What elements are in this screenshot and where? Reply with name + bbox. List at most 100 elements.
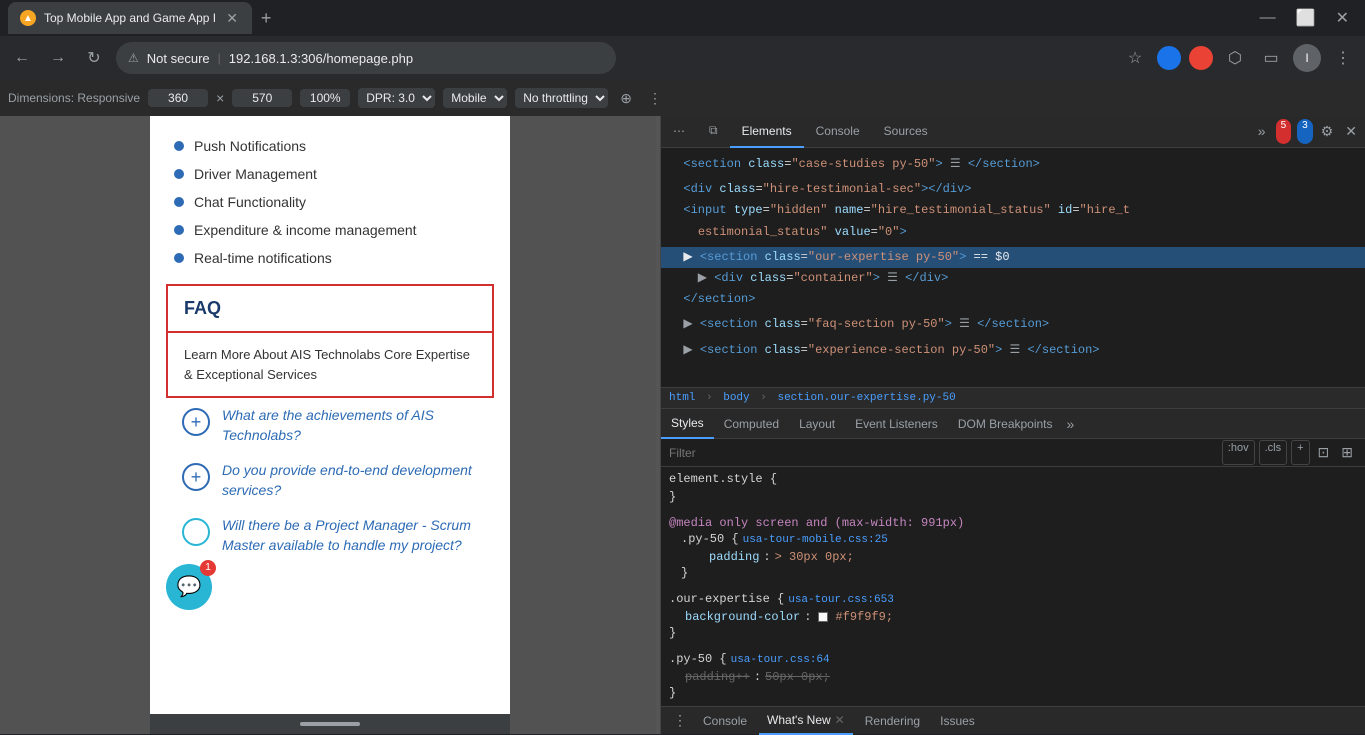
bottom-tab-rendering[interactable]: Rendering [857, 707, 928, 735]
dom-line[interactable]: <div class="hire-testimonial-sec"></div> [661, 179, 1365, 200]
breadcrumb-section[interactable]: section.our-expertise.py-50 [777, 392, 955, 404]
extension-1-icon[interactable] [1157, 46, 1181, 70]
breadcrumb-body[interactable]: body [723, 392, 749, 404]
style-tab-styles[interactable]: Styles [661, 409, 714, 439]
css-value: > 30px 0px; [775, 550, 854, 564]
bottom-tab-whats-new-close[interactable]: ✕ [835, 713, 845, 727]
tab-area: ▲ Top Mobile App and Game App I ✕ + [8, 2, 1252, 34]
page-content: Push Notifications Driver Management Cha… [150, 116, 510, 580]
style-tabs-more[interactable]: » [1063, 416, 1079, 432]
viewport-resize-handle[interactable] [656, 116, 660, 734]
extension-2-icon[interactable] [1189, 46, 1213, 70]
address-field[interactable]: ⚠ Not secure | 192.168.1.3:306/homepage.… [116, 42, 616, 74]
dom-line[interactable]: <section class="case-studies py-50"> ☰ <… [661, 154, 1365, 175]
dom-line-selected[interactable]: ▶ <section class="our-expertise py-50"> … [661, 247, 1365, 268]
media-query: @media only screen and (max-width: 991px… [669, 516, 964, 530]
faq-item-3[interactable]: Will there be a Project Manager - Scrum … [182, 516, 478, 555]
devtools-more-icon[interactable]: ⋮ [644, 88, 666, 109]
faq-items: + What are the achievements of AIS Techn… [166, 398, 494, 564]
dom-line[interactable]: <input type="hidden" name="hire_testimon… [661, 200, 1365, 221]
faq-question-2: Do you provide end-to-end development se… [222, 461, 478, 500]
title-bar: ▲ Top Mobile App and Game App I ✕ + — ⬜ … [0, 0, 1365, 36]
chat-widget[interactable]: 💬 1 [166, 564, 212, 610]
style-tab-layout[interactable]: Layout [789, 409, 845, 439]
devtools-tab-dock[interactable]: ⧉ [697, 116, 730, 148]
devtools-settings-icon[interactable]: ⚙ [1317, 119, 1338, 144]
puzzle-icon[interactable]: ⬡ [1221, 44, 1249, 72]
css-value: #f9f9f9; [835, 610, 893, 624]
devtools-tab-sources[interactable]: Sources [872, 116, 940, 148]
tab-close-button[interactable]: ✕ [224, 10, 240, 26]
dom-line[interactable]: ▶ <div class="container"> ☰ </div> [661, 268, 1365, 289]
css-prop: background-color [669, 610, 800, 624]
new-style-rule-icon[interactable]: ⊞ [1337, 440, 1357, 465]
throttle-select[interactable]: No throttling [515, 88, 608, 108]
feature-text: Driver Management [194, 166, 317, 182]
maximize-button[interactable]: ⬜ [1288, 4, 1324, 32]
dom-line: estimonial_status" value="0"> [661, 222, 1365, 243]
minimize-button[interactable]: — [1252, 5, 1284, 31]
active-tab[interactable]: ▲ Top Mobile App and Game App I ✕ [8, 2, 252, 34]
add-css-rule-button[interactable]: + [1291, 440, 1309, 465]
dom-line: </section> [661, 289, 1365, 310]
faq-expand-icon-3[interactable] [182, 518, 210, 546]
menu-icon[interactable]: ⋮ [1329, 44, 1357, 72]
url-text: Not secure [147, 51, 210, 66]
list-item: Real-time notifications [174, 244, 486, 272]
style-tab-event-listeners[interactable]: Event Listeners [845, 409, 948, 439]
css-filter-input[interactable] [669, 446, 1214, 460]
faq-item-1[interactable]: + What are the achievements of AIS Techn… [182, 406, 478, 445]
devtools-tab-elements[interactable]: Elements [730, 116, 804, 148]
faq-expand-icon-1[interactable]: + [182, 408, 210, 436]
bottom-tab-issues[interactable]: Issues [932, 707, 983, 735]
bullet-dot [174, 169, 184, 179]
reload-button[interactable]: ↻ [80, 44, 108, 72]
devtools-right-icons: » 5 3 ⚙ ✕ [1254, 119, 1365, 144]
close-window-button[interactable]: ✕ [1328, 4, 1357, 32]
viewport-inner: Push Notifications Driver Management Cha… [150, 116, 510, 734]
feature-list: Push Notifications Driver Management Cha… [166, 132, 494, 272]
dom-line[interactable]: ▶ <section class="faq-section py-50"> ☰ … [661, 314, 1365, 335]
new-tab-button[interactable]: + [252, 4, 280, 32]
filter-bar: :hov .cls + ⊡ ⊞ [661, 439, 1365, 467]
bottom-tab-console[interactable]: Console [695, 707, 755, 735]
cast-icon[interactable]: ▭ [1257, 44, 1285, 72]
bullet-dot [174, 253, 184, 263]
faq-section: FAQ Learn More About AIS Technolabs Core… [166, 284, 494, 398]
bottom-tab-whats-new[interactable]: What's New ✕ [759, 707, 853, 735]
css-source[interactable]: usa-tour.css:64 [731, 654, 830, 666]
dom-tree: <section class="case-studies py-50"> ☰ <… [661, 148, 1365, 387]
css-rule-py-50: .py-50 { usa-tour.css:64 padding++ : 50p… [669, 651, 1357, 701]
devtools-more-tabs[interactable]: » [1254, 119, 1270, 144]
hov-button[interactable]: :hov [1222, 440, 1255, 465]
dpr-select[interactable]: DPR: 3.0 [358, 88, 435, 108]
faq-subtitle-text: Learn More About AIS Technolabs Core Exp… [184, 347, 470, 382]
faq-title: FAQ [184, 298, 221, 318]
css-source[interactable]: usa-tour-mobile.css:25 [743, 534, 888, 546]
cls-button[interactable]: .cls [1259, 440, 1288, 465]
height-input[interactable] [232, 89, 292, 107]
css-source[interactable]: usa-tour.css:653 [788, 594, 894, 606]
faq-expand-icon-2[interactable]: + [182, 463, 210, 491]
profile-icon[interactable]: I [1293, 44, 1321, 72]
bottom-more-icon[interactable]: ⋮ [669, 710, 691, 731]
devtools-tab-more-left[interactable]: ⋯ [661, 116, 697, 148]
toggle-element-state-icon[interactable]: ⊡ [1314, 440, 1334, 465]
dom-line[interactable]: ▶ <section class="experience-section py-… [661, 340, 1365, 361]
breadcrumb-html[interactable]: html [669, 392, 695, 404]
back-button[interactable]: ← [8, 44, 36, 72]
style-tab-computed[interactable]: Computed [714, 409, 789, 439]
style-tab-dom-breakpoints[interactable]: DOM Breakpoints [948, 409, 1063, 439]
devtools-tabs: ⋯ ⧉ Elements Console Sources » 5 3 ⚙ ✕ [661, 116, 1365, 148]
forward-button[interactable]: → [44, 44, 72, 72]
sensors-icon[interactable]: ⊕ [616, 88, 636, 109]
devtools-close-icon[interactable]: ✕ [1341, 119, 1361, 144]
horizontal-scroll[interactable] [150, 714, 510, 734]
zoom-input[interactable] [300, 89, 350, 107]
devtools-tab-console[interactable]: Console [804, 116, 872, 148]
mobile-select[interactable]: Mobile [443, 88, 507, 108]
css-prop: padding [693, 550, 759, 564]
width-input[interactable] [148, 89, 208, 107]
bookmark-icon[interactable]: ☆ [1121, 44, 1149, 72]
faq-item-2[interactable]: + Do you provide end-to-end development … [182, 461, 478, 500]
